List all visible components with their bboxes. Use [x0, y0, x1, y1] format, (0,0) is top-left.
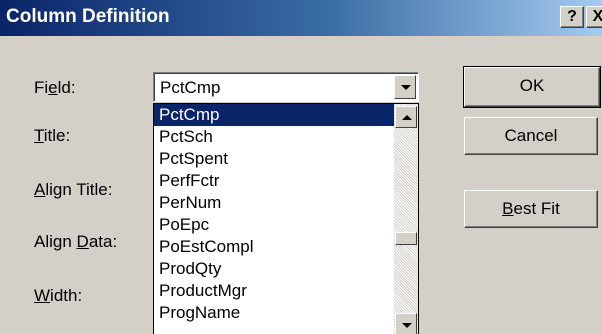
list-item[interactable]: PctCmp — [154, 104, 394, 126]
field-dropdown-items: PctCmp PctSch PctSpent PerfFctr PerNum PoEpc P… — [154, 104, 394, 324]
field-dropdown-button[interactable] — [394, 75, 416, 99]
chevron-down-icon — [402, 323, 412, 328]
title-bar: Column Definition ? X — [0, 0, 602, 36]
field-combobox-value: PctCmp — [160, 78, 221, 97]
dropdown-scrollbar[interactable] — [394, 104, 418, 334]
scroll-up-button[interactable] — [395, 106, 417, 128]
list-item[interactable]: ProductMgr — [154, 280, 394, 302]
best-fit-button[interactable]: Best Fit — [464, 190, 598, 228]
chevron-up-icon — [402, 115, 412, 120]
field-dropdown-list[interactable]: PctCmp PctSch PctSpent PerfFctr PerNum PoEpc P… — [153, 103, 419, 334]
list-item[interactable]: PoEstCompl — [154, 236, 394, 258]
align-data-label: Align Data: — [34, 232, 118, 251]
list-item[interactable]: PctSch — [154, 126, 394, 148]
window-title: Column Definition — [6, 6, 170, 27]
close-button[interactable]: X — [586, 6, 602, 28]
list-item[interactable]: PoEpc — [154, 214, 394, 236]
width-label: Width: — [34, 286, 83, 305]
list-item[interactable]: PerNum — [154, 192, 394, 214]
cancel-button[interactable]: Cancel — [464, 117, 598, 155]
scroll-thumb[interactable] — [395, 232, 417, 245]
help-button[interactable]: ? — [560, 6, 584, 28]
scroll-down-button[interactable] — [395, 313, 417, 334]
ok-button[interactable]: OK — [463, 66, 601, 108]
list-item[interactable]: PctSpent — [154, 148, 394, 170]
chevron-down-icon — [401, 85, 411, 90]
align-title-label: Align Title: — [34, 180, 113, 199]
list-item[interactable]: ProdQty — [154, 258, 394, 280]
field-label: Field: — [34, 78, 76, 97]
title-label: Title: — [34, 126, 71, 145]
list-item[interactable]: ProgName — [154, 302, 394, 324]
field-combobox[interactable]: PctCmp — [153, 72, 419, 102]
list-item[interactable]: PerfFctr — [154, 170, 394, 192]
